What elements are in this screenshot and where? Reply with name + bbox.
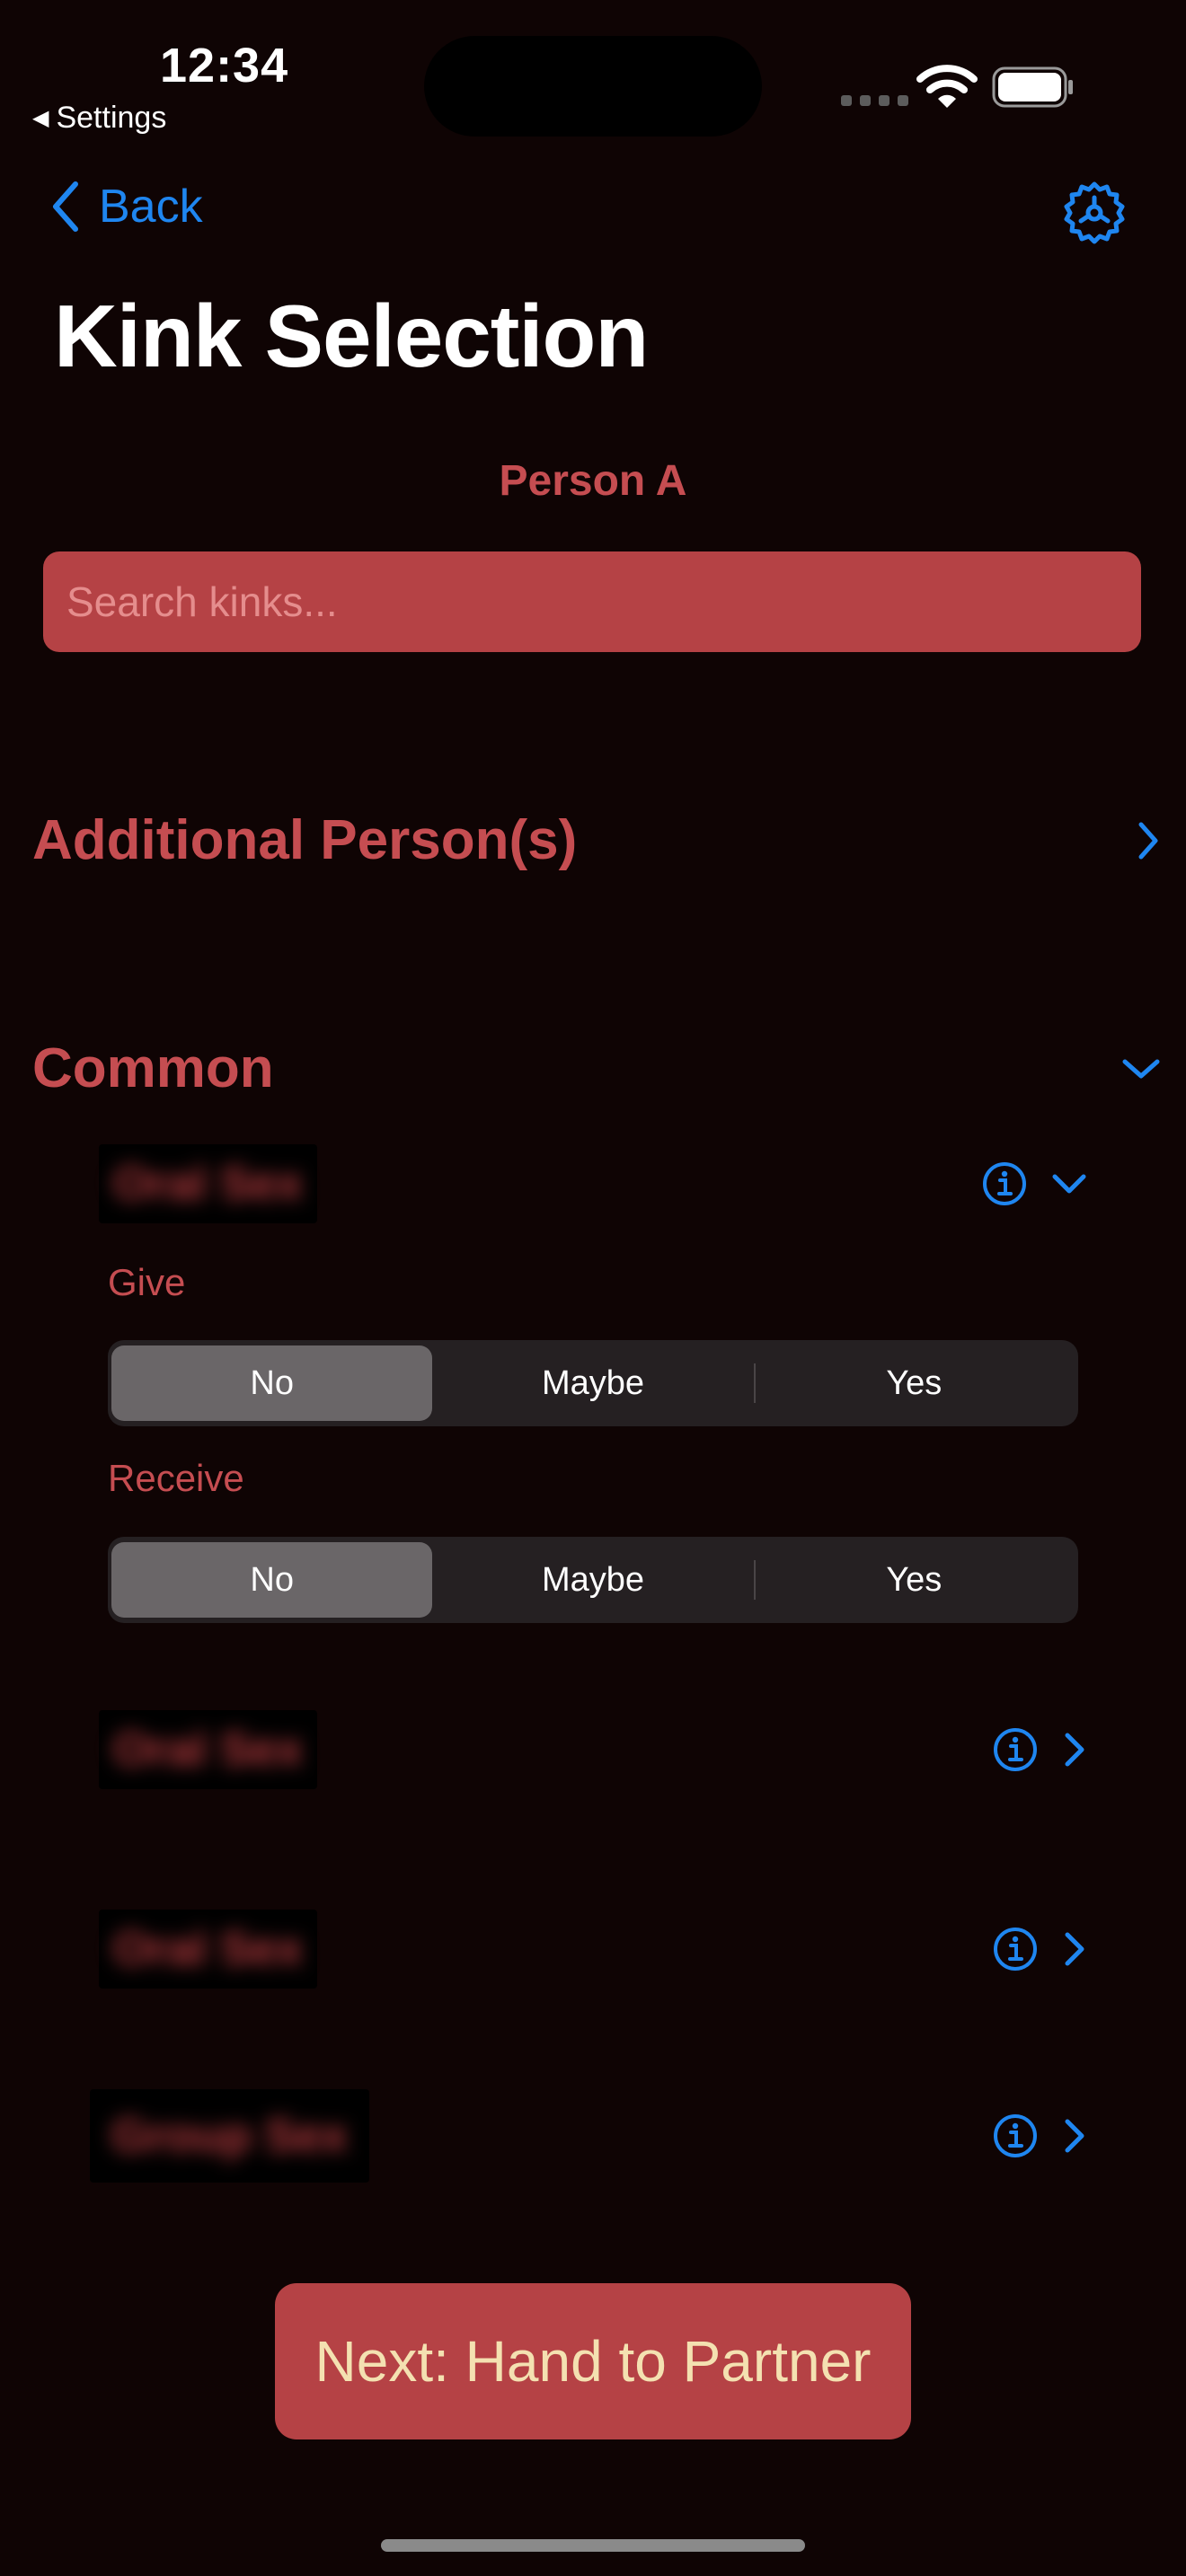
page-title: Kink Selection [54,287,649,385]
section-title-common: Common [32,1037,274,1099]
kink-row[interactable]: Oral Sex [99,1144,1087,1223]
give-option-no[interactable]: No [111,1345,433,1421]
kink-row[interactable]: Group Sex [90,2089,1087,2183]
kink-row[interactable]: Oral Sex [99,1710,1087,1789]
search-input[interactable] [43,551,1141,652]
info-icon[interactable] [992,1926,1039,1972]
dynamic-island [424,36,762,137]
back-to-app[interactable]: ◀ Settings [32,101,166,136]
gear-icon [1064,181,1125,244]
chevron-right-icon[interactable] [1062,1931,1087,1967]
section-title-additional: Additional Person(s) [32,809,578,871]
wifi-icon [916,65,978,108]
kink-label-censored: Oral Sex [99,1710,318,1789]
info-icon[interactable] [992,2113,1039,2159]
give-label: Give [108,1261,186,1303]
chevron-right-icon[interactable] [1062,2118,1087,2154]
section-common[interactable]: Common [32,1037,1161,1100]
give-option-yes[interactable]: Yes [753,1345,1075,1421]
receive-segmented-control[interactable]: No Maybe Yes [108,1537,1078,1623]
receive-label: Receive [108,1457,244,1499]
kink-label-censored: Oral Sex [99,1144,318,1223]
kink-label: Oral Sex [113,1923,304,1975]
chevron-right-icon[interactable] [1062,1732,1087,1768]
back-triangle-icon: ◀ [32,106,49,130]
battery-icon [992,66,1073,108]
kink-label-censored: Oral Sex [99,1910,318,1989]
info-icon[interactable] [992,1726,1039,1773]
section-additional-persons[interactable]: Additional Person(s) [32,808,1161,872]
info-icon[interactable] [981,1160,1028,1207]
kink-label: Oral Sex [113,1158,304,1210]
receive-option-maybe[interactable]: Maybe [432,1542,753,1618]
back-label: Back [99,181,203,233]
give-segmented-control[interactable]: No Maybe Yes [108,1340,1078,1426]
next-hand-to-partner-button[interactable]: Next: Hand to Partner [275,2283,911,2439]
kink-row[interactable]: Oral Sex [99,1910,1087,1989]
chevron-down-icon[interactable] [1051,1171,1087,1196]
receive-option-no[interactable]: No [111,1542,433,1618]
chevron-down-icon [1122,1059,1160,1078]
home-indicator[interactable] [381,2539,805,2552]
give-option-maybe[interactable]: Maybe [432,1345,753,1421]
chevron-left-icon [53,181,78,232]
chevron-right-icon [1138,822,1158,859]
person-label: Person A [499,457,687,505]
cellular-signal-icon [841,95,908,106]
back-app-label: Settings [56,101,167,135]
status-time: 12:34 [160,39,289,93]
settings-button[interactable] [1060,180,1128,252]
receive-option-yes[interactable]: Yes [753,1542,1075,1618]
kink-label: Group Sex [111,2110,348,2162]
search-field[interactable] [43,551,1141,652]
kink-label-censored: Group Sex [90,2089,369,2183]
back-button[interactable]: Back [50,180,203,234]
kink-label: Oral Sex [113,1724,304,1776]
